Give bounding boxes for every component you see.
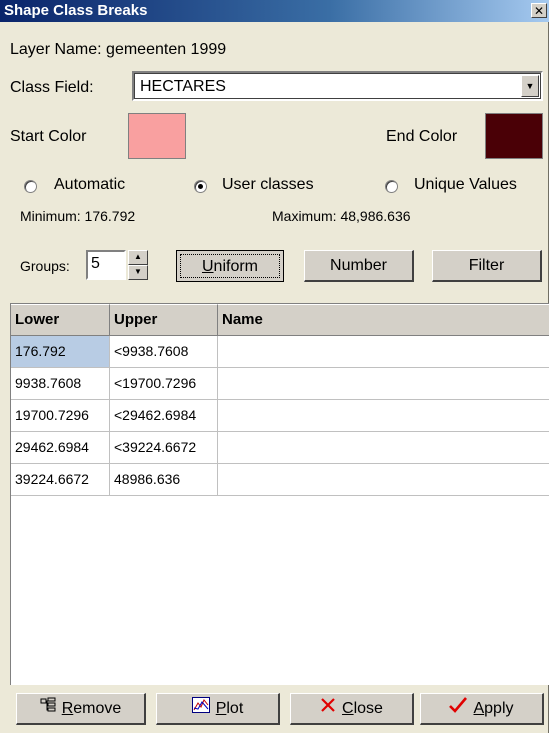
automatic-label: Automatic: [54, 176, 126, 193]
chevron-down-icon[interactable]: ▼: [521, 75, 539, 97]
title-bar[interactable]: Shape Class Breaks ✕: [0, 0, 549, 22]
groups-input[interactable]: 5: [86, 250, 126, 280]
upper-cell[interactable]: 48986.636: [110, 464, 218, 496]
user-classes-label: User classes: [222, 176, 314, 193]
lower-cell[interactable]: 39224.6672: [11, 464, 110, 496]
number-button[interactable]: Number: [304, 250, 414, 282]
checkmark-icon: [449, 694, 468, 723]
class-field-select[interactable]: HECTARES ▼: [132, 71, 543, 101]
header-upper[interactable]: Upper: [110, 304, 218, 335]
table-row[interactable]: 9938.7608 <19700.7296: [11, 368, 549, 400]
shape-class-breaks-dialog: Shape Class Breaks ✕ Layer Name: gemeent…: [0, 0, 549, 733]
automatic-radio[interactable]: [24, 180, 37, 193]
class-field-value: HECTARES: [140, 78, 226, 95]
end-color-swatch[interactable]: [485, 113, 543, 159]
table-header: Lower Upper Name: [11, 304, 549, 336]
start-color-swatch[interactable]: [128, 113, 186, 159]
spin-up-icon[interactable]: ▲: [128, 250, 148, 265]
table-row[interactable]: 176.792 <9938.7608: [11, 336, 549, 368]
class-field-label: Class Field:: [10, 79, 94, 96]
name-cell[interactable]: [218, 336, 549, 368]
table-row[interactable]: 39224.6672 48986.636: [11, 464, 549, 496]
header-name[interactable]: Name: [218, 304, 549, 335]
unique-values-radio[interactable]: [385, 180, 398, 193]
filter-button[interactable]: Filter: [432, 250, 542, 282]
lower-cell[interactable]: 176.792: [11, 336, 110, 368]
remove-rows-icon: [40, 694, 56, 723]
maximum-value: Maximum: 48,986.636: [272, 208, 411, 224]
groups-label: Groups:: [20, 258, 70, 274]
lower-cell[interactable]: 29462.6984: [11, 432, 110, 464]
upper-cell[interactable]: <9938.7608: [110, 336, 218, 368]
lower-cell[interactable]: 19700.7296: [11, 400, 110, 432]
upper-cell[interactable]: <29462.6984: [110, 400, 218, 432]
table-row[interactable]: 29462.6984 <39224.6672: [11, 432, 549, 464]
window-title: Shape Class Breaks: [4, 2, 148, 19]
minimum-value: Minimum: 176.792: [20, 208, 136, 224]
name-cell[interactable]: [218, 464, 549, 496]
class-breaks-table[interactable]: Lower Upper Name 176.792 <9938.7608 9938…: [10, 303, 549, 685]
header-lower[interactable]: Lower: [11, 304, 110, 335]
table-row[interactable]: 19700.7296 <29462.6984: [11, 400, 549, 432]
layer-name-value: gemeenten 1999: [106, 41, 227, 58]
upper-cell[interactable]: <39224.6672: [110, 432, 218, 464]
name-cell[interactable]: [218, 368, 549, 400]
close-button[interactable]: Close: [290, 693, 414, 725]
upper-cell[interactable]: <19700.7296: [110, 368, 218, 400]
user-classes-radio[interactable]: [194, 180, 207, 193]
name-cell[interactable]: [218, 432, 549, 464]
close-window-icon[interactable]: ✕: [531, 3, 547, 18]
end-color-label: End Color: [386, 128, 458, 145]
remove-button[interactable]: Remove: [16, 693, 146, 725]
layer-name-label: Layer Name: gemeenten 1999: [10, 41, 227, 58]
chart-icon: [191, 694, 210, 723]
name-cell[interactable]: [218, 400, 549, 432]
plot-button[interactable]: Plot: [156, 693, 280, 725]
start-color-label: Start Color: [10, 128, 87, 145]
apply-button[interactable]: Apply: [420, 693, 544, 725]
unique-values-label: Unique Values: [414, 176, 517, 193]
spin-down-icon[interactable]: ▼: [128, 265, 148, 280]
close-icon: [320, 694, 336, 723]
uniform-button[interactable]: Uniform: [176, 250, 284, 282]
groups-stepper[interactable]: ▲ ▼: [128, 250, 148, 280]
lower-cell[interactable]: 9938.7608: [11, 368, 110, 400]
